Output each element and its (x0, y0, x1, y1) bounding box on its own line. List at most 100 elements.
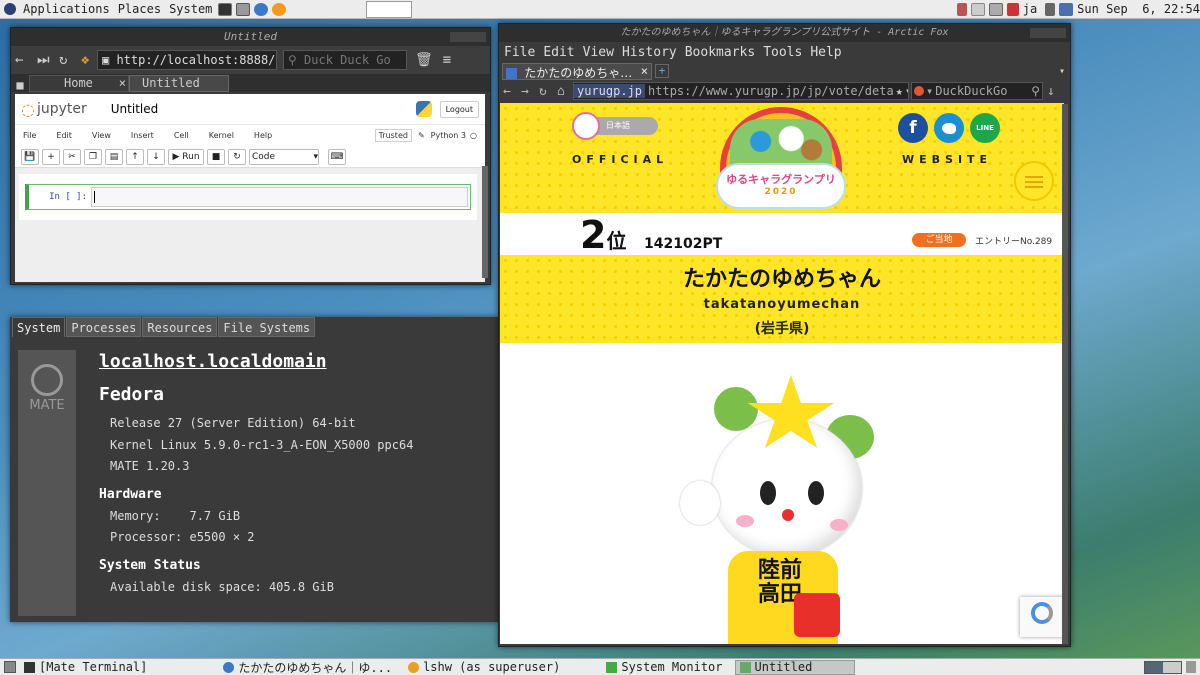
tab-resources[interactable]: Resources (142, 317, 218, 337)
taskbar-item-terminal[interactable]: [Mate Terminal] (20, 660, 151, 675)
terminal-launcher-icon[interactable] (218, 2, 233, 16)
facebook-button[interactable]: f (898, 113, 928, 143)
trash-applet-icon[interactable] (1186, 661, 1196, 673)
network-icon[interactable] (1059, 2, 1074, 16)
tab-active[interactable]: たかたのゆめちゃ… × (502, 62, 652, 80)
tab-list-icon[interactable]: ■ (11, 78, 29, 92)
clock[interactable]: Sun Sep 6, 22:54 (1077, 2, 1200, 16)
url-bar[interactable]: yurugp.jp https://www.yurugp.jp/jp/vote/… (573, 82, 909, 100)
system-menu[interactable]: System (169, 2, 212, 16)
menu-view[interactable]: View (92, 131, 111, 140)
search-input[interactable]: ▾ DuckDuckGo ⚲ (911, 82, 1043, 100)
forward-icon[interactable]: ⏭ (37, 52, 59, 68)
taskbar-item-untitled[interactable]: Untitled (734, 659, 855, 675)
cut-button[interactable]: ✂ (63, 148, 81, 165)
paste-button[interactable]: ▤ (105, 148, 123, 165)
recaptcha-badge[interactable] (1020, 597, 1064, 637)
line-button[interactable]: LINE (970, 113, 1000, 143)
menu-edit[interactable]: Edit (56, 131, 72, 140)
logout-button[interactable]: Logout (439, 100, 479, 118)
url-dropdown-icon[interactable]: ▾ (905, 84, 908, 98)
site-menu-button[interactable] (1014, 161, 1054, 201)
tab-processes[interactable]: Processes (66, 317, 142, 337)
move-up-button[interactable]: ↑ (126, 148, 144, 165)
menu-bookmarks[interactable]: Bookmarks (685, 45, 755, 60)
window-titlebar[interactable]: たかたのゆめちゃん｜ゆるキャラグランプリ公式サイト - Arctic Fox (499, 24, 1070, 42)
save-button[interactable]: 💾 (21, 148, 39, 165)
new-tab-button[interactable]: + (655, 64, 669, 78)
add-cell-button[interactable]: + (42, 148, 60, 165)
keyboard-icon[interactable]: ⌨ (328, 148, 346, 165)
close-icon[interactable]: × (641, 64, 648, 78)
bookmark-icon[interactable]: ❖ (81, 52, 97, 68)
search-input[interactable]: ⚲ Duck Duck Go (283, 50, 407, 70)
scrollbar[interactable] (1062, 104, 1068, 644)
menu-help[interactable]: Help (810, 45, 841, 60)
download-icon[interactable]: ↓ (1047, 84, 1055, 99)
url-bar[interactable]: ▣ http://localhost:8888/n (97, 50, 277, 70)
input-language[interactable]: ja (1023, 2, 1037, 16)
browser-launcher-icon[interactable] (254, 2, 269, 16)
penguin-keyboard-icon[interactable] (366, 0, 413, 18)
tray-icon[interactable] (988, 2, 1003, 16)
window-controls[interactable] (450, 32, 486, 42)
menu-history[interactable]: History (622, 45, 677, 60)
home-icon[interactable]: ⌂ (557, 84, 573, 99)
close-icon[interactable]: × (119, 76, 126, 90)
grand-prix-logo[interactable]: ゆるキャラグランプリ 2020 (716, 107, 846, 211)
code-cell[interactable]: In [ ]: (25, 184, 471, 210)
fedora-icon[interactable] (4, 3, 16, 15)
notebook-title[interactable]: Untitled (111, 102, 158, 116)
taskbar-item-browser[interactable]: たかたのゆめちゃん｜ゆ... (219, 660, 396, 675)
places-menu[interactable]: Places (118, 2, 161, 16)
menu-view[interactable]: View (583, 45, 614, 60)
menu-insert[interactable]: Insert (131, 131, 154, 140)
menu-file[interactable]: File (504, 45, 535, 60)
cell-type-select[interactable]: Code ▾ (249, 148, 319, 165)
reload-icon[interactable]: ↻ (59, 52, 81, 68)
menu-cell[interactable]: Cell (174, 131, 189, 140)
tab-untitled[interactable]: Untitled (129, 75, 229, 92)
menu-help[interactable]: Help (254, 131, 272, 140)
window-titlebar[interactable]: Untitled (11, 28, 490, 46)
input-method-icon[interactable] (1006, 2, 1019, 16)
edit-icon[interactable]: ✎ (418, 131, 425, 140)
forward-icon[interactable]: → (521, 84, 539, 99)
menu-file[interactable]: File (23, 131, 36, 140)
scrollbar[interactable] (482, 166, 488, 278)
trash-icon[interactable]: 🗑 (415, 52, 433, 68)
run-button[interactable]: ▶ Run (168, 148, 204, 165)
stop-button[interactable]: ■ (207, 148, 225, 165)
applications-menu[interactable]: Applications (23, 2, 110, 16)
tab-list-icon[interactable]: ▾ (1059, 66, 1065, 77)
kernel-name[interactable]: Python 3 (431, 131, 466, 140)
bookmark-star-icon[interactable]: ★ (894, 84, 905, 98)
tray-icon[interactable] (970, 2, 985, 16)
monitor-launcher-icon[interactable] (236, 2, 251, 16)
copy-button[interactable]: ❐ (84, 148, 102, 165)
window-controls[interactable] (1030, 28, 1066, 38)
reload-icon[interactable]: ↻ (539, 84, 557, 99)
search-icon[interactable]: ⚲ (1031, 84, 1042, 98)
workspace-switcher[interactable] (1144, 660, 1182, 674)
site-identity[interactable]: yurugp.jp (574, 84, 646, 98)
volume-icon[interactable] (1045, 2, 1056, 16)
firefox-launcher-icon[interactable] (272, 2, 287, 16)
move-down-button[interactable]: ↓ (147, 148, 165, 165)
menu-edit[interactable]: Edit (543, 45, 574, 60)
twitter-button[interactable] (934, 113, 964, 143)
tab-system[interactable]: System (12, 317, 66, 337)
trusted-indicator[interactable]: Trusted (374, 129, 412, 142)
show-desktop-icon[interactable] (4, 661, 16, 673)
lang-button[interactable]: 日本語 (572, 112, 658, 140)
tab-file-systems[interactable]: File Systems (218, 317, 316, 337)
back-icon[interactable]: ← (503, 84, 521, 99)
taskbar-item-system-monitor[interactable]: System Monitor (602, 660, 726, 675)
tray-icon[interactable] (956, 2, 967, 16)
tab-home[interactable]: Home × (29, 75, 129, 92)
jupyter-logo-icon[interactable]: ◌ (21, 100, 35, 119)
cell-input[interactable] (91, 187, 468, 207)
back-icon[interactable]: ← (15, 52, 37, 68)
menu-kernel[interactable]: Kernel (209, 131, 234, 140)
jupyter-logo[interactable]: jupyter (37, 101, 87, 117)
